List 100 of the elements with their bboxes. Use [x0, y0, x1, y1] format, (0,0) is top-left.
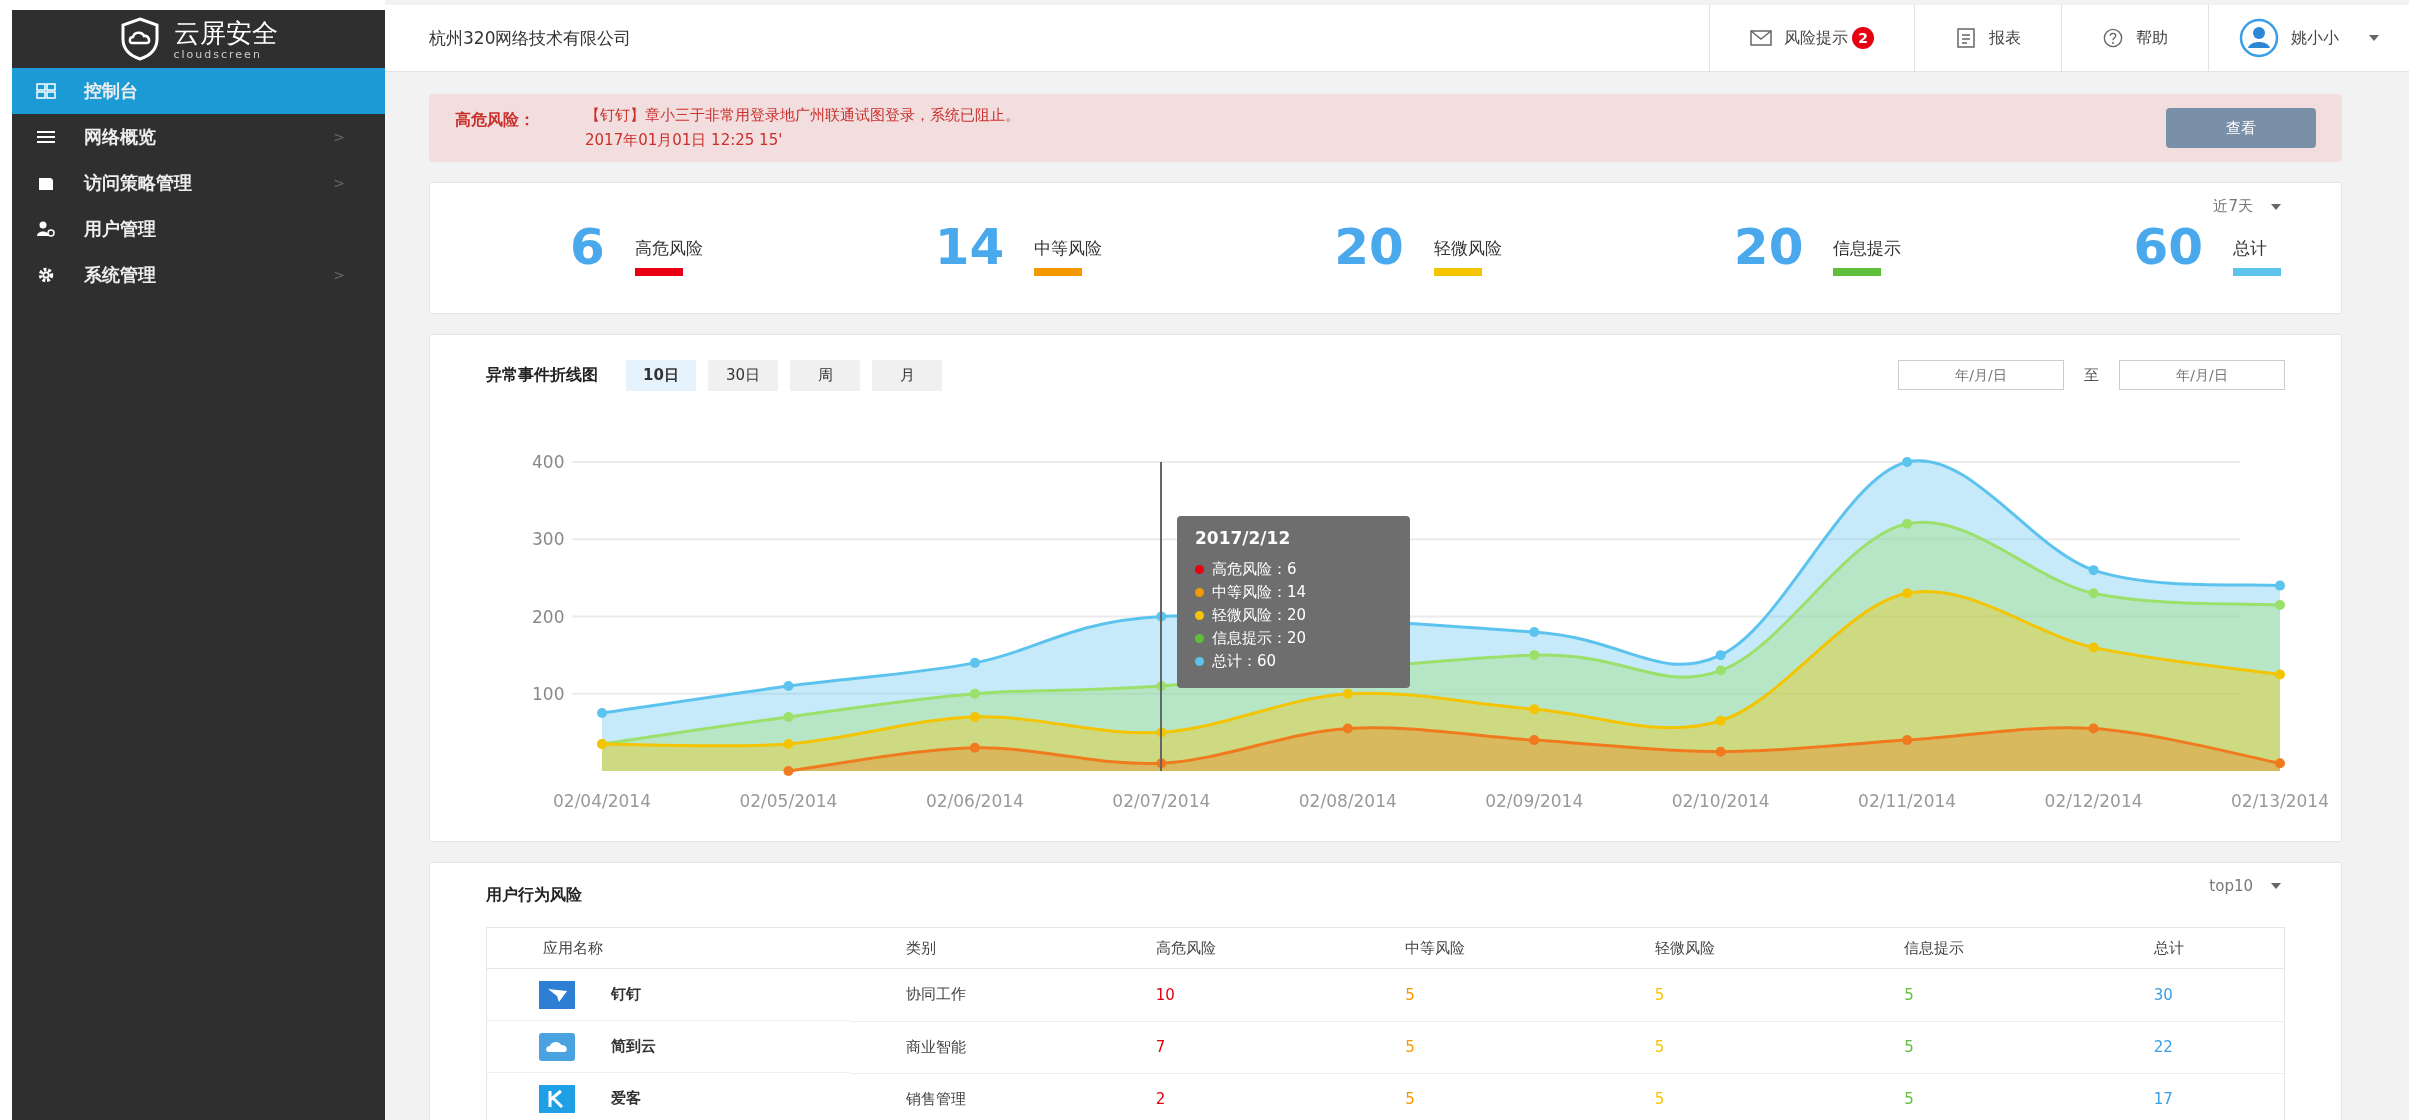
- sidebar-item[interactable]: 系统管理 >: [12, 252, 385, 298]
- date-field[interactable]: 年/月/日: [2119, 360, 2285, 390]
- point: [2088, 565, 2099, 576]
- menu-icon: [36, 128, 56, 146]
- column-header: 类别: [850, 927, 1100, 969]
- avatar-icon: [2239, 18, 2279, 58]
- table-cell: 7: [1099, 1021, 1350, 1073]
- table-cell: 协同工作: [850, 968, 1100, 1021]
- table-cell: 22: [2097, 1021, 2285, 1073]
- table-cell: 10: [1099, 968, 1350, 1021]
- x-axis-label: 02/11/2014: [1858, 791, 1957, 811]
- point: [2088, 723, 2099, 734]
- sidebar-item[interactable]: 访问策略管理 >: [12, 160, 385, 206]
- stat-value: 6: [570, 221, 605, 273]
- table-cell: 5: [1349, 1021, 1599, 1073]
- point: [1715, 650, 1726, 661]
- point: [1902, 518, 1913, 529]
- stat-label: 高危风险: [634, 237, 703, 260]
- point: [597, 708, 607, 719]
- tooltip-text: 中等风险：14: [1212, 583, 1307, 602]
- point: [1342, 723, 1353, 734]
- header-link[interactable]: 报表: [1914, 5, 2061, 71]
- column-header: 信息提示: [1848, 927, 2098, 969]
- y-axis-label: 400: [532, 452, 565, 472]
- column-header: 应用名称: [486, 927, 851, 969]
- date-field[interactable]: 年/月/日: [1898, 360, 2064, 390]
- grid-icon: [36, 82, 56, 100]
- x-axis-label: 02/09/2014: [1485, 791, 1584, 811]
- point: [783, 738, 794, 749]
- point: [2088, 588, 2099, 599]
- x-axis-label: 02/05/2014: [739, 791, 838, 811]
- point: [2088, 642, 2099, 653]
- app-name: 简到云: [611, 1037, 656, 1056]
- stat-value: 60: [2133, 221, 2203, 273]
- table-cell: 17: [2097, 1073, 2285, 1120]
- caret-icon: [2271, 203, 2281, 210]
- header-link[interactable]: 风险提示 2: [1709, 5, 1914, 71]
- sidebar-item[interactable]: 用户管理: [12, 206, 385, 252]
- table-cell: 5: [1848, 968, 2098, 1021]
- tooltip-text: 轻微风险：20: [1212, 606, 1307, 625]
- user-icon: [36, 220, 56, 238]
- period-tab[interactable]: 周: [790, 359, 860, 391]
- point: [969, 711, 980, 722]
- alert-time: 2017年01月01日 12:25 15': [585, 131, 784, 150]
- point: [1715, 665, 1726, 676]
- point: [1715, 746, 1726, 757]
- caret-icon: [2271, 883, 2281, 889]
- point: [1902, 588, 1913, 599]
- column-header: 轻微风险: [1598, 927, 1849, 969]
- app-name: 爱客: [611, 1089, 641, 1108]
- gear-icon: [36, 266, 56, 284]
- x-axis-label: 02/08/2014: [1298, 791, 1397, 811]
- point: [1342, 688, 1353, 699]
- stat-value: 14: [934, 221, 1005, 273]
- stat-label: 中等风险: [1034, 237, 1103, 260]
- range-dropdown[interactable]: 近7天: [2213, 197, 2281, 216]
- point: [1902, 457, 1913, 467]
- point: [1902, 735, 1913, 746]
- header-link[interactable]: 帮助: [2061, 5, 2208, 71]
- point: [783, 766, 794, 776]
- table-cell: 30: [2097, 968, 2285, 1021]
- sidebar-item[interactable]: 网络概览 >: [12, 114, 385, 160]
- range-dropdown[interactable]: top10: [2209, 877, 2281, 895]
- period-tab[interactable]: 30日: [708, 359, 778, 391]
- y-axis-label: 100: [532, 683, 565, 704]
- point: [969, 742, 980, 753]
- point: [783, 681, 794, 692]
- caret-icon: [2369, 35, 2379, 41]
- shield-logo-icon: [119, 17, 160, 61]
- brand-subtitle: cloudscreen: [173, 47, 262, 61]
- table-cell: 5: [1349, 1073, 1599, 1120]
- column-header: 中等风险: [1349, 927, 1599, 969]
- user-menu[interactable]: 姚小小: [2208, 5, 2409, 71]
- table-cell: 商业智能: [850, 1021, 1100, 1073]
- period-tab[interactable]: 月: [872, 359, 942, 391]
- table-cell: 5: [1598, 1021, 1849, 1073]
- point: [1715, 715, 1726, 726]
- mail-icon: [1750, 28, 1772, 48]
- period-tab[interactable]: 10日: [626, 359, 696, 391]
- table-cell: 5: [1598, 1073, 1849, 1120]
- column-header: 高危风险: [1099, 927, 1350, 969]
- count-badge: 2: [1852, 27, 1874, 49]
- stat-label: 总计: [2233, 237, 2268, 260]
- app-logo-icon: [539, 980, 575, 1009]
- alert-message: 【钉钉】章小三于非常用登录地广州联通试图登录，系统已阻止。: [585, 106, 1021, 125]
- x-axis-label: 02/13/2014: [2231, 791, 2329, 811]
- table-cell: 2: [1099, 1073, 1350, 1120]
- x-axis-label: 02/04/2014: [553, 791, 651, 811]
- tooltip-text: 信息提示：20: [1212, 629, 1307, 648]
- company-name: 杭州320网络技术有限公司: [428, 26, 633, 50]
- stat-value: 20: [1334, 221, 1404, 273]
- x-axis-label: 02/12/2014: [2044, 791, 2143, 811]
- x-axis-label: 02/07/2014: [1112, 791, 1211, 811]
- stat-label: 信息提示: [1833, 237, 1902, 260]
- y-axis-label: 300: [532, 529, 565, 550]
- app-logo-icon: [539, 1084, 575, 1113]
- app-name: 钉钉: [611, 985, 641, 1004]
- chart-title: 异常事件折线图: [486, 364, 598, 386]
- document-icon: [1955, 28, 1977, 48]
- table-cell: 5: [1349, 968, 1599, 1021]
